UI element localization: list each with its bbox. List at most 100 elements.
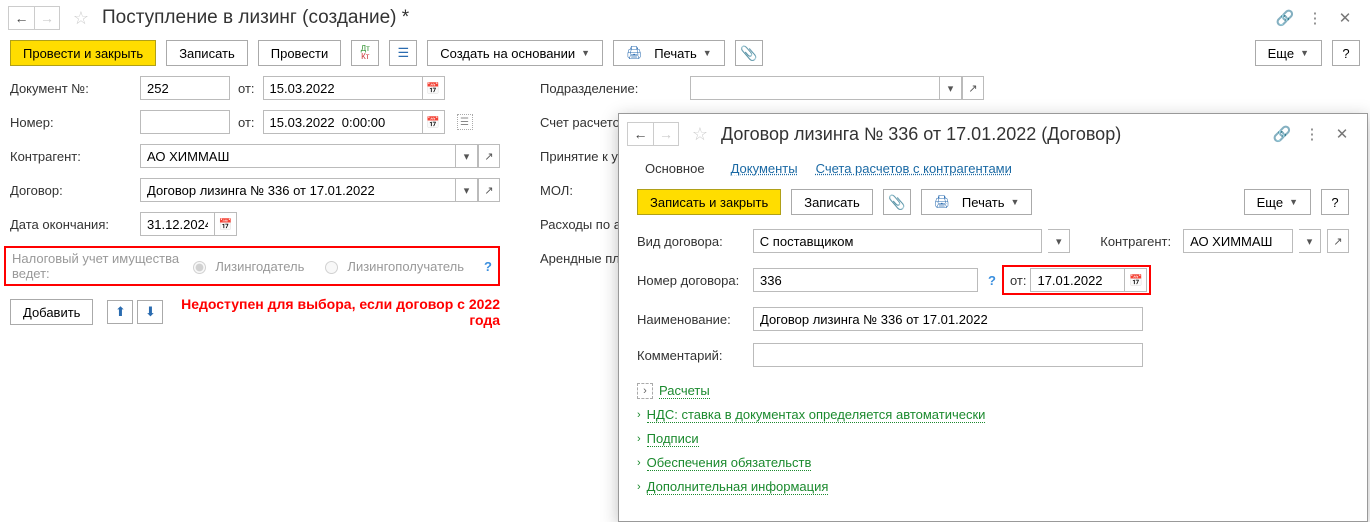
chevron-right-icon: › (637, 457, 641, 469)
popup-nav-back[interactable]: ← (627, 122, 653, 146)
radio-lessor (193, 261, 206, 274)
warning-note: Недоступен для выбора, если договор с 20… (177, 296, 500, 328)
popup-save-close-button[interactable]: Записать и закрыть (637, 189, 781, 215)
expand-sign[interactable]: › Подписи (637, 427, 1349, 451)
tax-accounting-row: Налоговый учет имущества ведет: Лизингод… (4, 246, 500, 286)
label-comment: Комментарий: (637, 348, 747, 363)
main-header: ← → ☆ Поступление в лизинг (создание) * … (0, 0, 1370, 36)
chevron-right-icon: › (637, 409, 641, 421)
help-icon[interactable]: ? (484, 259, 492, 274)
popup-nav-forward[interactable]: → (653, 122, 679, 146)
calendar-icon-3[interactable]: 📅 (215, 212, 237, 236)
expand-oblig[interactable]: › Обеспечения обязательств (637, 451, 1349, 475)
more-button[interactable]: Еще▼ (1255, 40, 1322, 66)
open-icon-cp[interactable]: ↗ (1327, 229, 1349, 253)
radio-lessee-label: Лизингополучатель (347, 259, 464, 274)
label-tax: Налоговый учет имущества ведет: (12, 251, 182, 281)
move-up-button[interactable]: ⬆ (107, 300, 133, 324)
dropdown-icon-3[interactable]: ▾ (940, 76, 962, 100)
nav-back-button[interactable]: ← (8, 6, 34, 30)
chevron-right-icon: › (637, 481, 641, 493)
popup-title: Договор лизинга № 336 от 17.01.2022 (Дог… (721, 124, 1269, 145)
save-button[interactable]: Записать (166, 40, 248, 66)
link-icon[interactable]: 🔗 (1276, 9, 1294, 27)
doc-num-input[interactable] (140, 76, 230, 100)
label-end-date: Дата окончания: (10, 217, 140, 232)
calendar-icon-popup[interactable]: 📅 (1125, 268, 1147, 292)
popup-counterparty-input[interactable] (1183, 229, 1293, 253)
comment-input[interactable] (753, 343, 1143, 367)
expand-vat[interactable]: › НДС: ставка в документах определяется … (637, 403, 1349, 427)
dtkt-button[interactable]: ДᴛКᴛ (351, 40, 379, 66)
popup-toolbar: Записать и закрыть Записать 📎 🖨 Печать▼ … (619, 189, 1367, 229)
dropdown-icon[interactable]: ▾ (456, 144, 478, 168)
label-counterparty: Контрагент: (10, 149, 140, 164)
popup-print-button[interactable]: 🖨 Печать▼ (921, 189, 1033, 215)
popup-star-icon[interactable]: ☆ (689, 123, 711, 145)
radio-lessor-label: Лизингодатель (215, 259, 304, 274)
name-input[interactable] (753, 307, 1143, 331)
contract-popup: ← → ☆ Договор лизинга № 336 от 17.01.202… (618, 113, 1368, 522)
popup-header: ← → ☆ Договор лизинга № 336 от 17.01.202… (619, 114, 1367, 154)
label-contract-no: Номер договора: (637, 273, 747, 288)
label-from-1: от: (238, 81, 255, 96)
label-contract-type: Вид договора: (637, 234, 747, 249)
popup-kebab-icon[interactable]: ⋮ (1303, 125, 1321, 143)
popup-help-button[interactable]: ? (1321, 189, 1349, 215)
tab-docs[interactable]: Документы (731, 161, 798, 176)
help-icon-cn[interactable]: ? (988, 273, 996, 288)
popup-link-icon[interactable]: 🔗 (1273, 125, 1291, 143)
tab-main[interactable]: Основное (637, 158, 713, 179)
move-down-button[interactable]: ⬇ (137, 300, 163, 324)
contract-no-input[interactable] (753, 268, 978, 292)
label-department: Подразделение: (540, 81, 690, 96)
label-number: Номер: (10, 115, 140, 130)
label-from-popup: от: (1010, 273, 1027, 288)
list-icon[interactable]: ☰ (457, 114, 473, 130)
dropdown-icon-ct[interactable]: ▾ (1048, 229, 1070, 253)
contract-type-input[interactable] (753, 229, 1043, 253)
calendar-icon[interactable]: 📅 (423, 76, 445, 100)
nav-forward-button[interactable]: → (34, 6, 60, 30)
popup-more-button[interactable]: Еще▼ (1244, 189, 1311, 215)
print-button[interactable]: 🖨 Печать▼ (613, 40, 725, 66)
open-icon-3[interactable]: ↗ (962, 76, 984, 100)
post-close-button[interactable]: Провести и закрыть (10, 40, 156, 66)
close-icon[interactable]: ✕ (1336, 9, 1354, 27)
structure-button[interactable]: ☰ (389, 40, 417, 66)
date-highlight: от: 📅 (1002, 265, 1152, 295)
calendar-icon-2[interactable]: 📅 (423, 110, 445, 134)
contract-input[interactable] (140, 178, 456, 202)
window-title: Поступление в лизинг (создание) * (102, 7, 1272, 29)
label-contract: Договор: (10, 183, 140, 198)
star-icon[interactable]: ☆ (70, 7, 92, 29)
number-input[interactable] (140, 110, 230, 134)
dropdown-icon-cp[interactable]: ▾ (1299, 229, 1321, 253)
popup-save-button[interactable]: Записать (791, 189, 873, 215)
dropdown-icon-2[interactable]: ▾ (456, 178, 478, 202)
open-icon[interactable]: ↗ (478, 144, 500, 168)
open-icon-2[interactable]: ↗ (478, 178, 500, 202)
num-date-input[interactable] (263, 110, 423, 134)
add-button[interactable]: Добавить (10, 299, 93, 325)
tab-accounts[interactable]: Счета расчетов с контрагентами (816, 161, 1012, 176)
create-based-button[interactable]: Создать на основании▼ (427, 40, 603, 66)
help-button[interactable]: ? (1332, 40, 1360, 66)
label-name: Наименование: (637, 312, 747, 327)
counterparty-input[interactable] (140, 144, 456, 168)
popup-attach-button[interactable]: 📎 (883, 189, 911, 215)
expand-moreinfo[interactable]: › Дополнительная информация (637, 475, 1349, 499)
label-doc-num: Документ №: (10, 81, 140, 96)
attach-button[interactable]: 📎 (735, 40, 763, 66)
doc-date-input[interactable] (263, 76, 423, 100)
expand-calc[interactable]: › Расчеты (637, 379, 1349, 403)
label-from-2: от: (238, 115, 255, 130)
department-input[interactable] (690, 76, 940, 100)
post-button[interactable]: Провести (258, 40, 342, 66)
main-toolbar: Провести и закрыть Записать Провести ДᴛК… (0, 36, 1370, 76)
popup-tabs: Основное Документы Счета расчетов с конт… (619, 154, 1367, 189)
contract-date-input[interactable] (1030, 268, 1125, 292)
kebab-icon[interactable]: ⋮ (1306, 9, 1324, 27)
popup-close-icon[interactable]: ✕ (1333, 125, 1351, 143)
end-date-input[interactable] (140, 212, 215, 236)
